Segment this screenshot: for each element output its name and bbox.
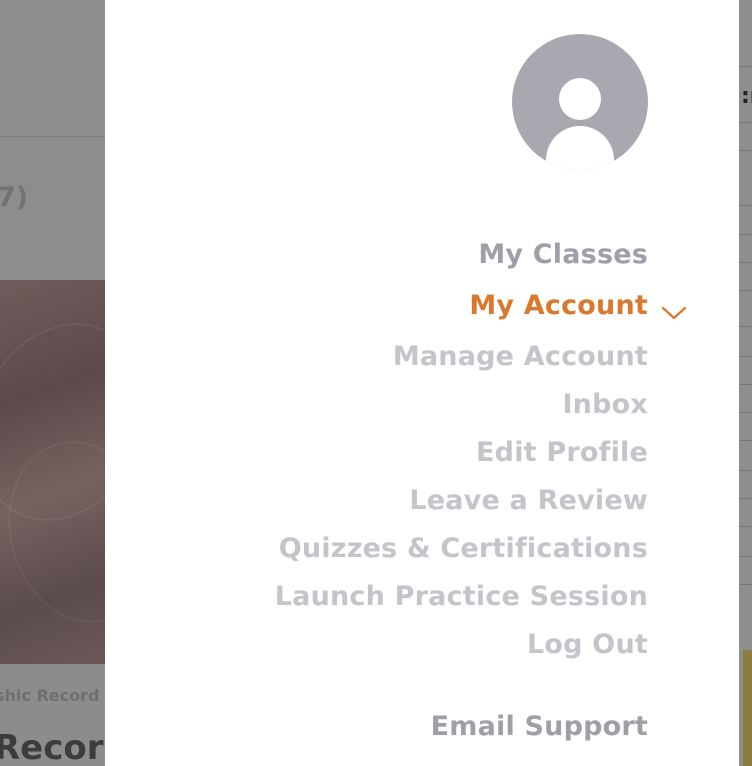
background-grid-line (739, 356, 752, 357)
background-grid-line (739, 556, 752, 557)
background-grid-line (739, 526, 752, 527)
chevron-down-icon[interactable] (660, 302, 688, 322)
background-page-right: :r (739, 0, 752, 766)
menu-item-inbox[interactable]: Inbox (562, 389, 648, 420)
background-grid-line (739, 290, 752, 291)
background-header-area (0, 0, 105, 280)
background-class-title: Recor (0, 728, 104, 766)
avatar-body-shape (546, 126, 614, 170)
background-partial-text: 7) (0, 182, 29, 213)
menu-item-launch-practice-session[interactable]: Launch Practice Session (275, 581, 648, 612)
background-page-left: 7) shic Record Recor (0, 0, 105, 766)
menu-item-leave-review[interactable]: Leave a Review (409, 485, 648, 516)
background-grid-line (739, 412, 752, 413)
background-grid-line (739, 498, 752, 499)
avatar-head-shape (559, 78, 601, 120)
menu-item-manage-account[interactable]: Manage Account (393, 341, 648, 372)
background-grid-line (739, 470, 752, 471)
menu-item-log-out[interactable]: Log Out (527, 629, 648, 660)
page: 7) shic Record Recor :r My Classes (0, 0, 752, 766)
background-grid-line (739, 66, 752, 67)
background-grid-line (739, 205, 752, 206)
background-divider (0, 136, 105, 137)
background-highlight (743, 650, 752, 766)
background-grid-line (739, 326, 752, 327)
menu-item-quizzes-certifications[interactable]: Quizzes & Certifications (279, 533, 648, 564)
menu-item-email-support[interactable]: Email Support (431, 711, 648, 742)
background-grid-line (739, 262, 752, 263)
background-partial-char: :r (741, 84, 752, 109)
background-grid-line (739, 150, 752, 151)
background-grid-line (739, 384, 752, 385)
user-avatar-icon[interactable] (512, 34, 648, 170)
side-menu-panel: My Classes My Account Manage Account Inb… (105, 0, 739, 766)
background-grid-line (739, 122, 752, 123)
background-class-image (0, 280, 105, 664)
background-class-category: shic Record (0, 686, 100, 705)
menu-item-my-classes[interactable]: My Classes (478, 239, 648, 270)
background-grid-line (739, 440, 752, 441)
background-grid-line (739, 584, 752, 585)
menu-item-my-account[interactable]: My Account (469, 290, 648, 321)
menu-item-edit-profile[interactable]: Edit Profile (476, 437, 648, 468)
background-grid-line (739, 234, 752, 235)
